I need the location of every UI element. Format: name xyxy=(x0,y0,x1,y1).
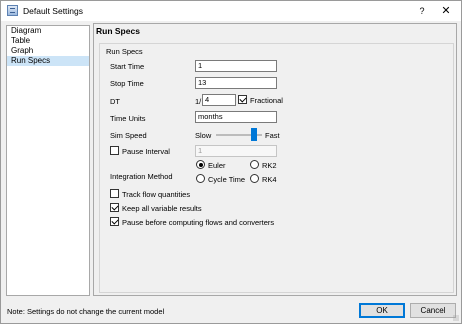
settings-panel: Run Specs Run Specs Start Time 1 Stop Ti… xyxy=(93,23,457,296)
dt-input[interactable]: 4 xyxy=(202,94,236,106)
rk2-label: RK2 xyxy=(262,161,277,170)
time-units-input[interactable]: months xyxy=(195,111,277,123)
slow-label: Slow xyxy=(195,131,212,140)
keep-all-results-checkbox[interactable] xyxy=(110,203,119,212)
pause-interval-input[interactable]: 1 xyxy=(195,145,277,157)
app-icon xyxy=(7,5,18,16)
sim-speed-label: Sim Speed xyxy=(110,131,147,140)
help-button[interactable]: ? xyxy=(415,4,429,18)
resize-grip[interactable] xyxy=(453,315,459,321)
pause-before-computing-label: Pause before computing flows and convert… xyxy=(122,218,275,227)
start-time-input[interactable]: 1 xyxy=(195,60,277,72)
euler-label: Euler xyxy=(208,161,226,170)
track-flow-label: Track flow quantities xyxy=(122,190,191,199)
dt-label: DT xyxy=(110,97,120,106)
group-label: Run Specs xyxy=(106,47,143,56)
settings-category-list: Diagram Table Graph Run Specs xyxy=(6,25,90,296)
radio-rk4[interactable] xyxy=(250,174,259,183)
fractional-label: Fractional xyxy=(250,96,283,105)
cycle-time-label: Cycle Time xyxy=(208,175,246,184)
radio-euler[interactable] xyxy=(196,160,205,169)
stop-time-label: Stop Time xyxy=(110,79,144,88)
time-units-label: Time Units xyxy=(110,114,146,123)
window-title: Default Settings xyxy=(23,6,84,16)
title-bar: Default Settings ? ✕ xyxy=(1,1,461,21)
keep-all-results-label: Keep all variable results xyxy=(122,204,202,213)
sim-speed-thumb[interactable] xyxy=(251,128,258,141)
stop-time-input[interactable]: 13 xyxy=(195,77,277,89)
settings-dialog: Default Settings ? ✕ Diagram Table Graph… xyxy=(0,0,462,324)
radio-rk2[interactable] xyxy=(250,160,259,169)
pause-interval-checkbox[interactable] xyxy=(110,146,119,155)
pause-interval-label: Pause Interval xyxy=(122,147,170,156)
nav-item-diagram[interactable]: Diagram xyxy=(7,26,89,36)
ok-button[interactable]: OK xyxy=(359,303,405,318)
close-button[interactable]: ✕ xyxy=(439,4,453,18)
run-specs-group: Run Specs Start Time 1 Stop Time 13 DT 1… xyxy=(99,43,454,293)
radio-cycle-time[interactable] xyxy=(196,174,205,183)
nav-item-run-specs[interactable]: Run Specs xyxy=(7,56,89,66)
track-flow-checkbox[interactable] xyxy=(110,189,119,198)
rk4-label: RK4 xyxy=(262,175,277,184)
nav-item-graph[interactable]: Graph xyxy=(7,46,89,56)
dt-prefix: 1/ xyxy=(195,97,202,106)
nav-item-table[interactable]: Table xyxy=(7,36,89,46)
integration-method-label: Integration Method xyxy=(110,172,173,181)
panel-title: Run Specs xyxy=(96,26,140,36)
start-time-label: Start Time xyxy=(110,62,145,71)
fractional-checkbox[interactable] xyxy=(238,95,247,104)
footer-note: Note: Settings do not change the current… xyxy=(7,307,165,316)
cancel-button[interactable]: Cancel xyxy=(410,303,456,318)
pause-before-computing-checkbox[interactable] xyxy=(110,217,119,226)
fast-label: Fast xyxy=(265,131,280,140)
